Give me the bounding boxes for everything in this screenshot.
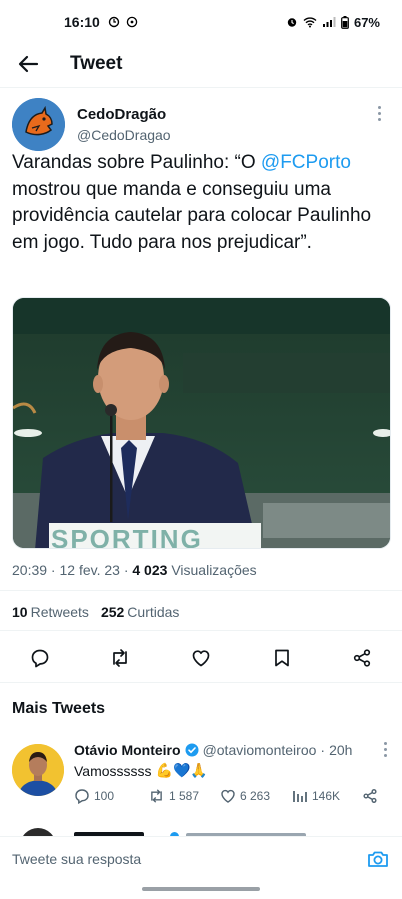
author-handle[interactable]: @CedoDragao — [77, 127, 171, 143]
home-indicator[interactable] — [142, 887, 260, 891]
status-time: 16:10 — [64, 14, 100, 30]
stats-divider — [0, 630, 402, 631]
suggested-author-handle[interactable]: @otaviomonteiroo — [203, 742, 317, 758]
actions-divider — [0, 682, 402, 683]
retweets-stat[interactable]: 10 Retweets — [12, 604, 89, 620]
tweet-stats: 10 Retweets 252 Curtidas — [12, 604, 179, 620]
views-chart-icon — [293, 791, 307, 802]
share-icon — [353, 649, 371, 667]
suggested-tweet-header: Otávio Monteiro @otaviomonteiroo · 20h — [74, 742, 353, 758]
tweet-photo[interactable]: SPORTING — [12, 297, 391, 549]
app-header: Tweet — [0, 44, 402, 84]
meta-divider — [0, 590, 402, 591]
suggested-reply-button[interactable]: 100 — [74, 788, 114, 804]
heart-icon — [221, 789, 235, 803]
share-button[interactable] — [346, 642, 378, 674]
tweet-text: Varandas sobre Paulinho: “O @FCPorto mos… — [12, 152, 372, 253]
suggested-retweet-button[interactable]: 1 587 — [148, 788, 199, 804]
suggested-avatar[interactable] — [12, 744, 64, 796]
reply-button[interactable] — [24, 642, 56, 674]
retweet-icon — [151, 789, 162, 803]
verified-badge-icon — [185, 743, 199, 757]
suggested-tweet-text: Vamossssss 💪💙🙏 — [74, 762, 208, 779]
views-count: 4 023 — [132, 562, 168, 578]
suggested-author-name[interactable]: Otávio Monteiro — [74, 742, 181, 758]
suggested-share-button[interactable] — [362, 788, 378, 804]
speaker-photo — [13, 298, 390, 548]
reply-icon — [75, 789, 89, 804]
bookmark-icon — [275, 649, 289, 667]
tweet-meta: 20:39 · 12 fev. 23 · 4 023 Visualizações — [12, 562, 257, 578]
wifi-icon — [303, 17, 317, 28]
header-divider — [0, 87, 402, 88]
suggested-like-button[interactable]: 6 263 — [220, 788, 270, 804]
reply-input[interactable] — [12, 851, 332, 867]
heart-icon — [192, 650, 210, 667]
battery-percent: 67% — [353, 14, 380, 30]
retweet-icon — [113, 649, 127, 667]
photo-caption: SPORTING — [51, 524, 203, 549]
author-name[interactable]: CedoDragão — [77, 106, 171, 123]
sync-icon — [108, 16, 120, 28]
alarm-icon — [287, 18, 297, 27]
views-label: Visualizações — [171, 562, 257, 578]
mention-link[interactable]: @FCPorto — [261, 152, 351, 173]
reply-icon — [31, 649, 49, 668]
next-tweet-peek — [0, 826, 402, 836]
avatar[interactable] — [12, 97, 65, 151]
tweet-author: CedoDragão @CedoDragao — [12, 96, 390, 152]
status-bar: 16:10 67% — [0, 0, 402, 44]
emoji-strip: 💪💙🙏 — [155, 762, 208, 778]
player-photo — [12, 744, 64, 796]
suggested-tweet-time: 20h — [329, 742, 353, 758]
suggested-more-options-icon[interactable] — [378, 742, 392, 762]
signal-icon — [322, 17, 336, 27]
suggested-views-button[interactable]: 146K — [292, 788, 340, 804]
page-title: Tweet — [70, 53, 123, 74]
like-button[interactable] — [185, 642, 217, 674]
whatsapp-icon — [126, 16, 138, 28]
suggested-tweet-actions: 100 1 587 6 263 146K — [74, 788, 384, 808]
reply-bar — [0, 836, 402, 882]
likes-stat[interactable]: 252 Curtidas — [101, 604, 180, 620]
bookmark-button[interactable] — [266, 642, 298, 674]
tweet-actions — [0, 642, 402, 674]
more-options-icon[interactable] — [372, 106, 386, 126]
arrow-left-icon — [18, 55, 39, 73]
retweet-button[interactable] — [104, 642, 136, 674]
camera-icon[interactable] — [366, 847, 390, 871]
back-button[interactable] — [8, 44, 48, 84]
dragon-logo-icon — [12, 97, 65, 151]
battery-icon — [341, 15, 349, 29]
share-icon — [363, 789, 377, 803]
more-tweets-title: Mais Tweets — [12, 700, 106, 717]
tweet-timestamp: 20:39 · 12 fev. 23 · — [12, 562, 133, 578]
